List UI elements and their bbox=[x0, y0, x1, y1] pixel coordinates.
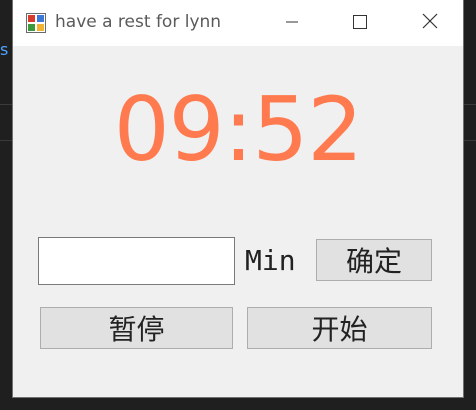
title-bar[interactable]: have a rest for lynn bbox=[13, 0, 463, 46]
app-window-icon bbox=[26, 13, 46, 33]
minutes-input[interactable] bbox=[38, 237, 235, 285]
countdown-display: 09:52 bbox=[113, 78, 364, 181]
background-text-fragment: s bbox=[0, 40, 9, 59]
pause-button[interactable]: 暂停 bbox=[40, 307, 233, 349]
minimize-icon bbox=[285, 14, 299, 33]
maximize-button[interactable] bbox=[331, 0, 389, 46]
app-window: have a rest for lynn 09:52 Min 确定 暂停 开始 bbox=[12, 0, 464, 398]
confirm-button[interactable]: 确定 bbox=[316, 239, 432, 281]
window-title: have a rest for lynn bbox=[55, 12, 222, 32]
maximize-icon bbox=[353, 14, 367, 33]
close-icon bbox=[422, 13, 438, 33]
minimize-button[interactable] bbox=[263, 0, 321, 46]
start-button[interactable]: 开始 bbox=[247, 307, 432, 349]
minutes-unit-label: Min bbox=[245, 244, 296, 277]
close-button[interactable] bbox=[401, 0, 459, 46]
